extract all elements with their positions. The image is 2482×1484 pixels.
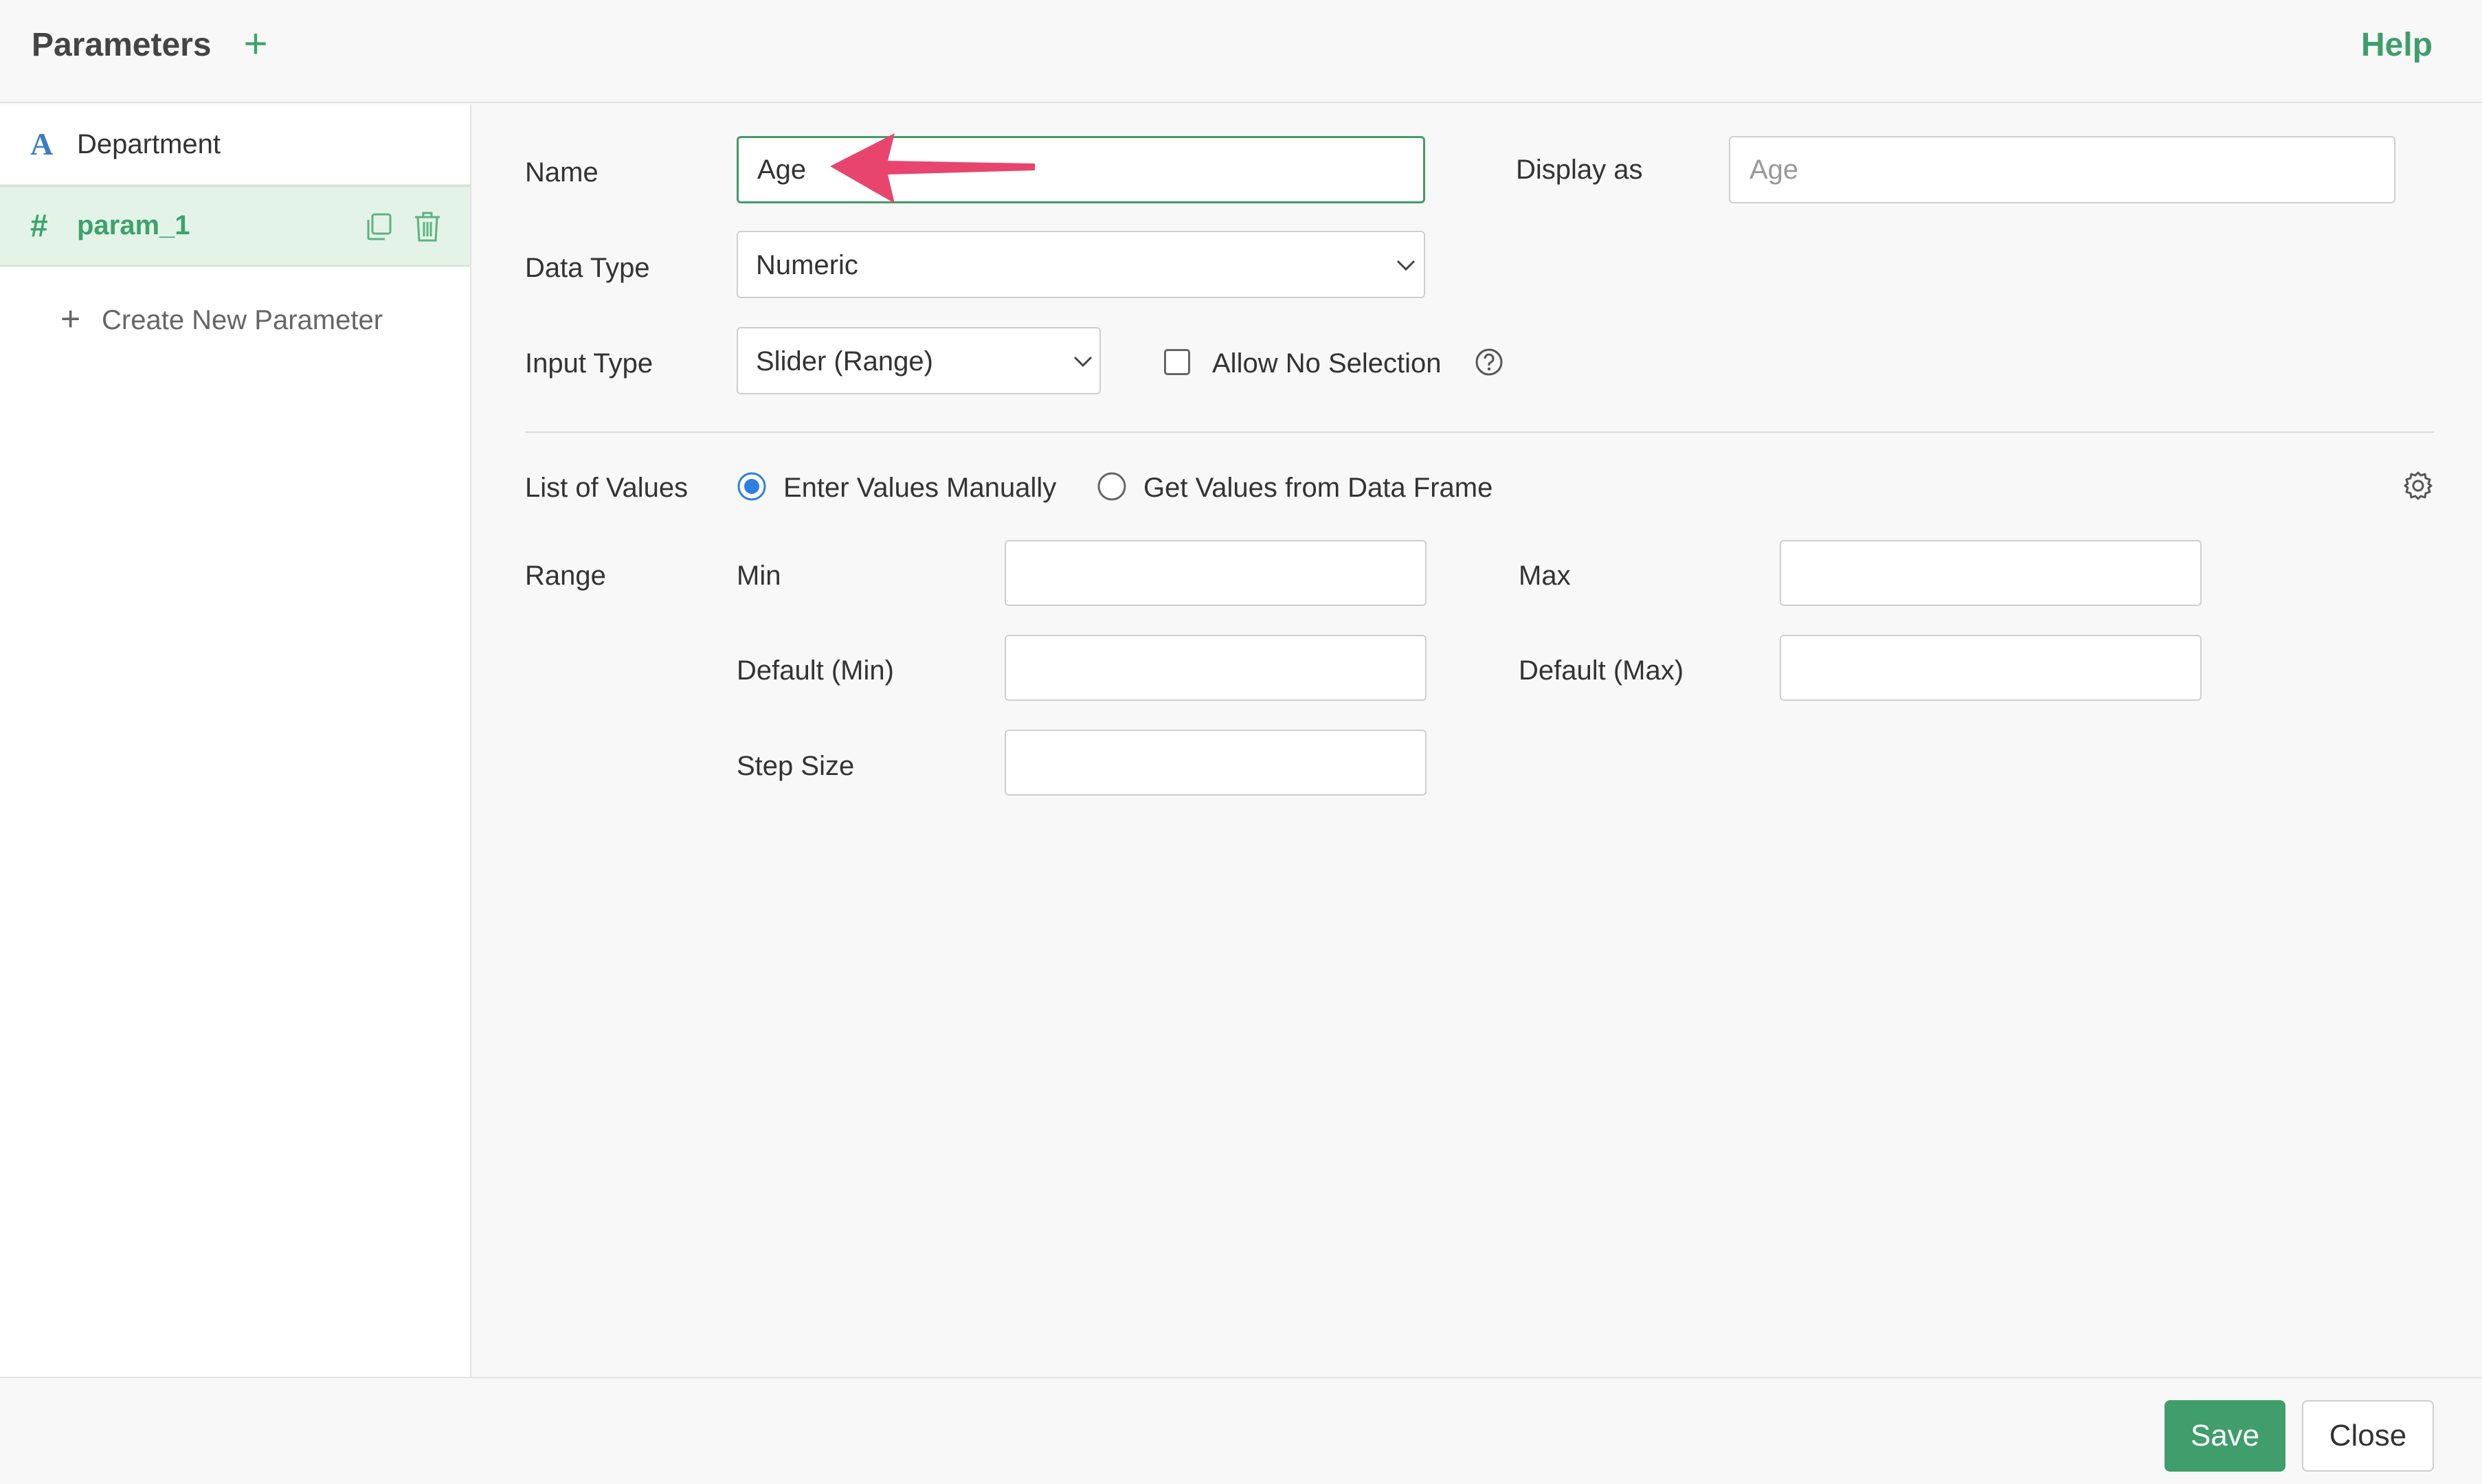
radio-get-from-data-frame[interactable] bbox=[1097, 471, 1127, 502]
sidebar-item-department[interactable] bbox=[0, 104, 470, 186]
help-link[interactable]: Help bbox=[2361, 23, 2433, 67]
duplicate-icon[interactable] bbox=[364, 212, 394, 242]
default-max-label: Default (Max) bbox=[1519, 655, 1684, 686]
radio-enter-manually[interactable] bbox=[737, 471, 767, 502]
close-button[interactable]: Close bbox=[2302, 1400, 2434, 1472]
help-circle-icon[interactable] bbox=[1475, 348, 1503, 376]
range-label: Range bbox=[525, 561, 606, 591]
trash-icon[interactable] bbox=[412, 210, 443, 243]
add-parameter-plus-icon[interactable]: + bbox=[238, 22, 273, 66]
allow-no-selection-checkbox[interactable] bbox=[1164, 349, 1190, 375]
sidebar-item-param-1[interactable] bbox=[0, 186, 470, 267]
annotation-arrow-icon bbox=[830, 133, 1035, 203]
list-of-values-label: List of Values bbox=[525, 473, 689, 503]
min-input[interactable] bbox=[1005, 540, 1427, 606]
create-new-parameter-button[interactable]: Create New Parameter bbox=[102, 300, 383, 341]
gear-icon[interactable] bbox=[2402, 470, 2434, 502]
step-size-input[interactable] bbox=[1005, 730, 1427, 796]
input-type-label: Input Type bbox=[525, 348, 653, 379]
parameter-list-sidebar bbox=[0, 104, 471, 1377]
display-as-label: Display as bbox=[1516, 155, 1643, 185]
radio-enter-manually-label: Enter Values Manually bbox=[783, 473, 1057, 503]
step-size-label: Step Size bbox=[737, 751, 855, 781]
section-divider bbox=[525, 431, 2434, 433]
max-input[interactable] bbox=[1780, 540, 2202, 606]
display-as-field[interactable] bbox=[1729, 136, 2395, 203]
dialog-footer bbox=[0, 1377, 2482, 1484]
dialog-header bbox=[0, 0, 2482, 103]
default-min-input[interactable] bbox=[1005, 635, 1427, 701]
sidebar-item-label: Department bbox=[77, 129, 221, 159]
max-label: Max bbox=[1519, 561, 1571, 591]
text-type-icon: A bbox=[30, 126, 54, 161]
chevron-down-icon bbox=[1396, 260, 1416, 271]
input-type-value: Slider (Range) bbox=[756, 346, 933, 376]
sidebar-item-label: param_1 bbox=[77, 210, 190, 240]
data-type-label: Data Type bbox=[525, 253, 650, 283]
chevron-down-icon bbox=[1073, 356, 1093, 368]
allow-no-selection-label: Allow No Selection bbox=[1212, 348, 1442, 379]
default-min-label: Default (Min) bbox=[737, 655, 894, 686]
data-type-value: Numeric bbox=[756, 250, 858, 280]
min-label: Min bbox=[737, 561, 781, 591]
name-field-value: Age bbox=[757, 155, 807, 185]
radio-get-from-data-frame-label: Get Values from Data Frame bbox=[1143, 473, 1493, 503]
create-parameter-plus-icon[interactable]: + bbox=[60, 300, 88, 341]
default-max-input[interactable] bbox=[1780, 635, 2202, 701]
dialog-title: Parameters bbox=[32, 27, 212, 63]
save-button[interactable]: Save bbox=[2165, 1400, 2285, 1472]
numeric-type-icon: # bbox=[30, 207, 48, 243]
display-as-placeholder: Age bbox=[1749, 155, 1799, 185]
name-label: Name bbox=[525, 157, 599, 188]
